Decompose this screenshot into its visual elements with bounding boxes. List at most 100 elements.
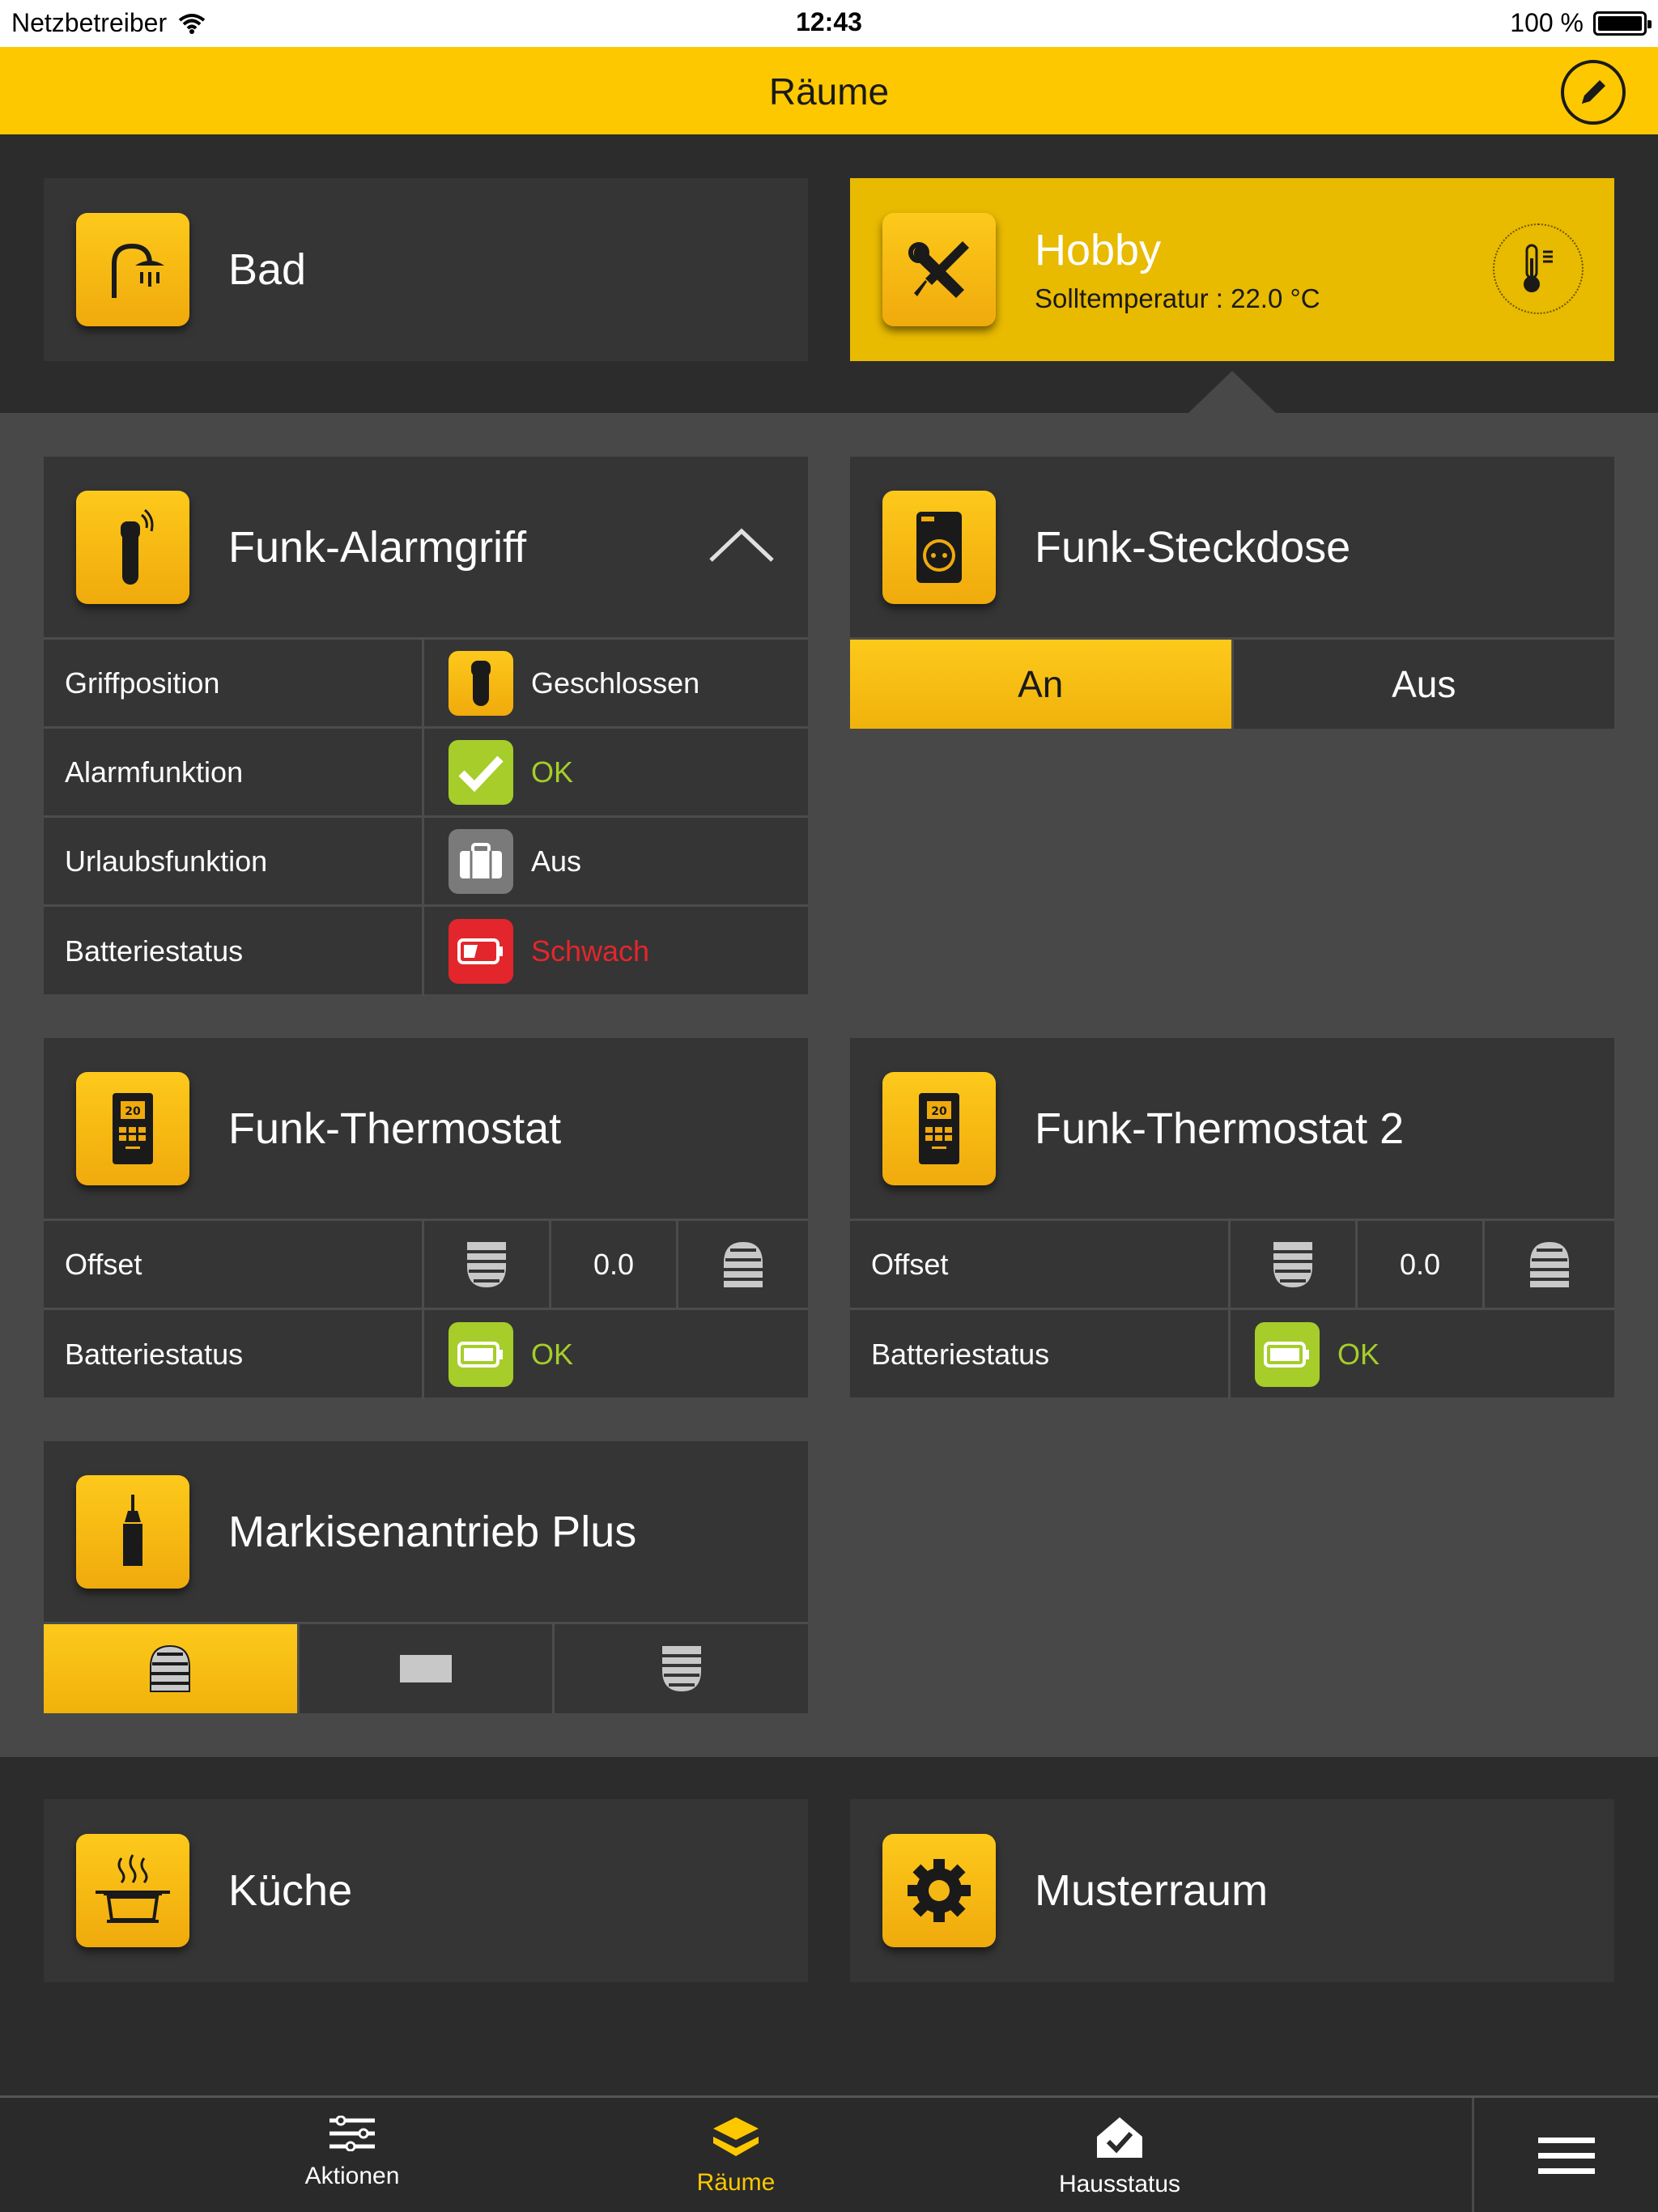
tab-aktionen[interactable]: Aktionen [231,2098,474,2212]
on-off-toggle: An Aus [850,640,1614,729]
offset-value: 0.0 [1358,1221,1485,1308]
room-name: Küche [228,1866,353,1915]
status-value: Schwach [531,934,650,968]
device-name: Markisenantrieb Plus [228,1507,637,1556]
increase-icon [1530,1241,1569,1287]
socket-plug-icon [916,511,962,583]
battery-row: Batteriestatus OK [44,1310,808,1399]
device-card-thermostat: 20 Funk-Thermostat Offset 0.0 Batteriest… [44,1038,808,1399]
retract-icon [150,1644,191,1692]
offset-increase-button[interactable] [1485,1221,1614,1308]
status-row: Batteriestatus Schwach [44,907,808,996]
offset-decrease-button[interactable] [424,1221,551,1308]
device-card-alarmgriff: Funk-Alarmgriff Griffposition Geschlosse… [44,457,808,996]
awning-up-button[interactable] [44,1624,300,1713]
device-header[interactable]: Markisenantrieb Plus [44,1441,808,1624]
room-kueche[interactable]: Küche [44,1799,808,1982]
awning-stop-button[interactable] [300,1624,555,1713]
checkmark-icon [449,739,513,805]
shower-icon [112,243,164,298]
cooking-pot-icon [96,1854,170,1923]
room-name: Musterraum [1035,1866,1269,1915]
battery-full-icon [449,1322,513,1387]
status-label: Griffposition [44,640,424,726]
battery-low-icon [449,919,513,984]
room-icon [882,213,996,326]
off-button[interactable]: Aus [1234,640,1615,729]
device-name: Funk-Thermostat [228,1104,562,1153]
battery-value: OK [1337,1338,1380,1371]
status-value: Aus [531,844,582,878]
selection-pointer [1188,371,1276,413]
status-label: Alarmfunktion [44,729,424,815]
thermostat-icon: 20 [113,1092,153,1164]
room-icon [76,213,189,326]
svg-text:20: 20 [931,1105,947,1118]
status-label: Urlaubsfunktion [44,818,424,904]
room-bad[interactable]: Bad [44,178,808,361]
on-button[interactable]: An [850,640,1234,729]
tab-raeume[interactable]: Räume [614,2098,857,2212]
device-icon [882,490,996,604]
temperature-button[interactable] [1493,223,1584,314]
target-temperature: Solltemperatur : 22.0 °C [1035,283,1320,313]
battery-icon [1593,11,1652,36]
device-card-thermostat-2: 20 Funk-Thermostat 2 Offset 0.0 Batterie… [850,1038,1614,1399]
tab-hausstatus[interactable]: Hausstatus [998,2098,1241,2212]
tab-divider [1472,2098,1474,2212]
room-icon [882,1834,996,1947]
device-header[interactable]: Funk-Steckdose [850,457,1614,640]
extend-icon [661,1646,701,1691]
tab-bar: Aktionen Räume Hausstatus [0,2095,1658,2212]
increase-icon [724,1241,763,1287]
room-name: Bad [228,245,307,294]
offset-value: 0.0 [551,1221,678,1308]
awning-controls [44,1624,808,1713]
handle-position-icon [449,650,513,716]
tools-icon [908,241,969,298]
chevron-up-icon[interactable] [708,525,776,565]
pencil-icon [1582,80,1605,104]
stop-icon [400,1655,452,1682]
device-header[interactable]: 20 Funk-Thermostat 2 [850,1038,1614,1221]
menu-button[interactable] [1475,2098,1658,2212]
hamburger-menu-icon [1538,2138,1595,2174]
offset-increase-button[interactable] [678,1221,808,1308]
tab-label: Räume [696,2169,776,2196]
status-value: OK [531,755,574,789]
device-header[interactable]: Funk-Alarmgriff [44,457,808,640]
device-icon [76,1474,189,1589]
room-hobby[interactable]: Hobby Solltemperatur : 22.0 °C [850,178,1614,361]
offset-decrease-button[interactable] [1231,1221,1358,1308]
device-icon: 20 [76,1071,189,1185]
device-icon [76,490,189,604]
room-name: Hobby [1035,226,1162,274]
device-name: Funk-Alarmgriff [228,522,527,572]
status-value: Geschlossen [531,666,700,700]
battery-percent: 100 % [1510,8,1584,37]
window-handle-icon [121,508,154,585]
device-card-steckdose: Funk-Steckdose An Aus [850,457,1614,729]
actions-icon [329,2116,375,2151]
awning-motor-icon [123,1494,142,1566]
awning-down-button[interactable] [555,1624,808,1713]
device-name: Funk-Thermostat 2 [1035,1104,1405,1153]
device-name: Funk-Steckdose [1035,522,1351,572]
suitcase-icon [449,828,513,894]
clock: 12:43 [796,7,862,36]
gear-icon [908,1859,971,1922]
offset-label: Offset [44,1221,424,1308]
battery-label: Batteriestatus [44,1310,424,1399]
tab-label: Aktionen [304,2163,400,2189]
edit-button[interactable] [1561,60,1626,125]
title-bar: Räume [0,47,1658,134]
tab-label: Hausstatus [1058,2171,1181,2197]
page-title: Räume [768,70,890,113]
decrease-icon [1273,1241,1312,1287]
offset-label: Offset [850,1221,1231,1308]
status-row: Urlaubsfunktion Aus [44,818,808,907]
room-musterraum[interactable]: Musterraum [850,1799,1614,1982]
offset-row: Offset 0.0 [850,1221,1614,1310]
house-status-icon [1097,2117,1142,2158]
device-header[interactable]: 20 Funk-Thermostat [44,1038,808,1221]
